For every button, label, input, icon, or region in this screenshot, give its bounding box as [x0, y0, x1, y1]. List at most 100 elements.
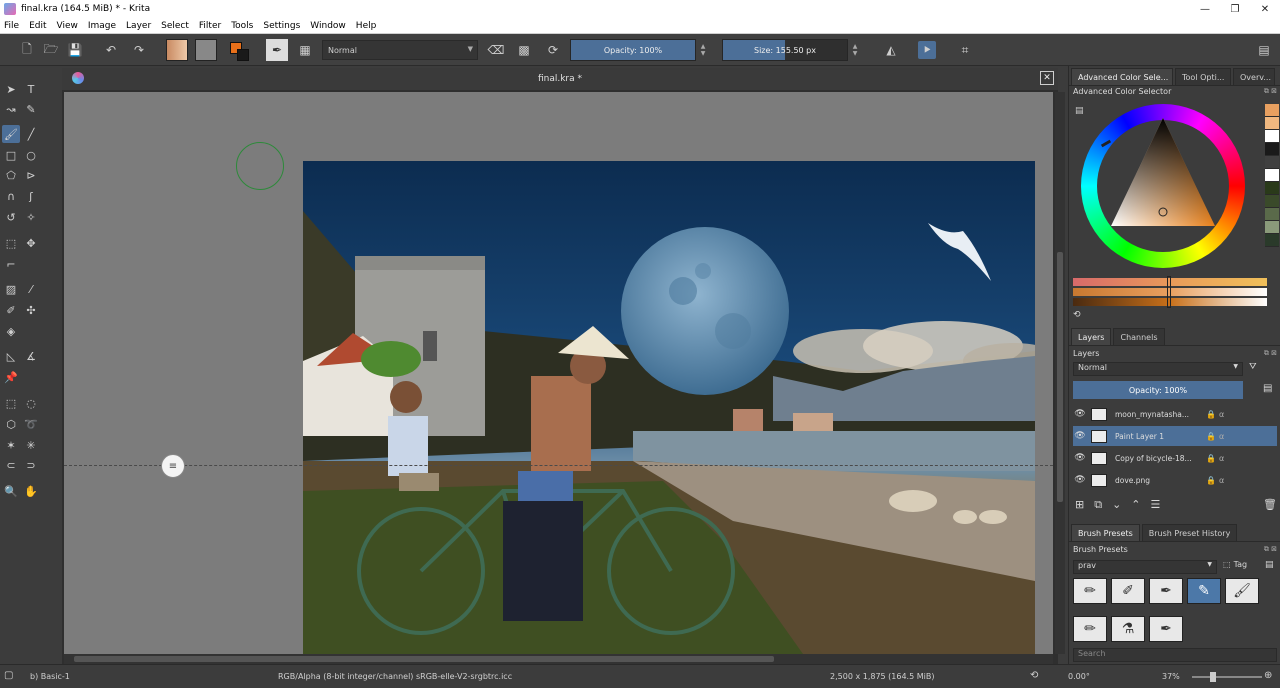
palette-swatch[interactable] [1265, 195, 1279, 208]
brush-preset-tile[interactable]: ✒ [1149, 616, 1183, 642]
magnetic-selection-tool-icon[interactable]: ⊃ [22, 456, 40, 474]
recent-colors-palette[interactable] [1265, 104, 1279, 264]
new-document-icon[interactable]: 🗋 [18, 41, 36, 59]
palette-swatch[interactable] [1265, 117, 1279, 130]
similar-color-selection-tool-icon[interactable]: ✳ [22, 436, 40, 454]
smart-patch-tool-icon[interactable]: ✣ [22, 301, 40, 319]
brush-preset-tile[interactable]: ✏ [1073, 616, 1107, 642]
calligraphy-tool-icon[interactable]: ✎ [22, 100, 40, 118]
zoom-slider-handle[interactable] [1210, 672, 1216, 682]
layer-blend-mode-select[interactable]: Normal ▼ [1073, 362, 1243, 376]
opacity-spinner[interactable]: ▲ ▼ [698, 39, 708, 61]
preserve-alpha-icon[interactable]: ▩ [515, 41, 533, 59]
crop-tool-icon[interactable]: ⌐ [2, 255, 20, 273]
layer-opacity-slider[interactable]: Opacity: 100% [1073, 381, 1243, 399]
multibrush-tool-icon[interactable]: ✧ [22, 208, 40, 226]
layer-properties-icon[interactable]: ▤ [1263, 383, 1272, 394]
menu-file[interactable]: File [4, 21, 19, 31]
current-brush-label[interactable]: b) Basic-1 [30, 672, 70, 681]
colorize-mask-tool-icon[interactable]: ✐ [2, 301, 20, 319]
brush-preset-tile[interactable]: ✏ [1073, 578, 1107, 604]
blend-mode-select[interactable]: Normal ▼ [322, 40, 478, 60]
menu-window[interactable]: Window [310, 21, 346, 31]
layer-properties-icon[interactable]: ☰ [1151, 498, 1161, 512]
visibility-eye-icon[interactable]: 👁 [1073, 453, 1087, 463]
bezier-selection-tool-icon[interactable]: ⊂ [2, 456, 20, 474]
color-space-label[interactable]: RGB/Alpha (8-bit integer/channel) sRGB-e… [278, 672, 512, 681]
lock-icon[interactable]: 🔒 [1206, 476, 1216, 485]
visibility-eye-icon[interactable]: 👁 [1073, 431, 1087, 441]
undo-icon[interactable]: ↶ [102, 41, 120, 59]
lock-icon[interactable]: 🔒 [1206, 432, 1216, 441]
open-document-icon[interactable]: 🗁 [42, 41, 60, 59]
polygon-tool-icon[interactable]: ⬠ [2, 166, 20, 184]
elliptical-selection-tool-icon[interactable]: ◌ [22, 394, 40, 412]
text-tool-icon[interactable]: T [22, 80, 40, 98]
brush-preset-tile[interactable]: ✐ [1111, 578, 1145, 604]
menu-help[interactable]: Help [356, 21, 377, 31]
vertical-scroll-thumb[interactable] [1057, 252, 1063, 502]
preset-filter-select[interactable]: prav ▼ [1073, 560, 1217, 574]
rotation-reset-icon[interactable]: ⟲ [1030, 670, 1038, 681]
hue-ring[interactable] [1081, 104, 1245, 268]
vertical-scrollbar[interactable] [1055, 92, 1065, 654]
bezier-tool-icon[interactable]: ∩ [2, 187, 20, 205]
close-document-button[interactable]: ✕ [1040, 71, 1054, 85]
minimize-button[interactable]: — [1190, 0, 1220, 18]
menu-edit[interactable]: Edit [29, 21, 46, 31]
eraser-icon[interactable]: ⌫ [487, 41, 505, 59]
add-layer-icon[interactable]: ⊞ [1075, 498, 1084, 512]
fg-bg-color-selector[interactable] [228, 40, 252, 62]
save-icon[interactable]: 💾 [66, 41, 84, 59]
palette-swatch[interactable] [1265, 208, 1279, 221]
pattern-swatch[interactable] [195, 39, 217, 61]
preset-view-icon[interactable]: ▤ [1265, 560, 1274, 570]
gradient-tool-icon[interactable]: ▨ [2, 280, 20, 298]
tag-button[interactable]: ⬚ Tag [1223, 560, 1247, 569]
line-tool-icon[interactable]: ╱ [22, 125, 40, 143]
brush-preset-icon[interactable]: ✒ [266, 39, 288, 61]
select-shapes-tool-icon[interactable]: ➤ [2, 80, 20, 98]
layer-filter-icon[interactable]: ⛛ [1249, 362, 1257, 372]
size-slider[interactable]: Size: 155.50 px [722, 39, 848, 61]
tab-channels[interactable]: Channels [1113, 328, 1165, 345]
zoom-slider[interactable] [1192, 672, 1262, 682]
menu-view[interactable]: View [57, 21, 78, 31]
zoom-in-icon[interactable]: ⊕ [1264, 670, 1272, 681]
polyline-tool-icon[interactable]: ⊳ [22, 166, 40, 184]
reference-images-tool-icon[interactable]: 📌 [2, 368, 20, 386]
gradient-swatch[interactable] [166, 39, 188, 61]
background-color[interactable] [237, 49, 249, 61]
menu-tools[interactable]: Tools [231, 21, 253, 31]
fill-tool-icon[interactable]: ◈ [2, 322, 20, 340]
alpha-lock-icon[interactable]: α [1219, 476, 1224, 485]
menu-image[interactable]: Image [88, 21, 116, 31]
lock-icon[interactable]: 🔒 [1206, 454, 1216, 463]
saturation-value-triangle[interactable] [1081, 104, 1245, 268]
brush-preset-tile[interactable]: ⚗ [1111, 616, 1145, 642]
tab-layers[interactable]: Layers [1071, 328, 1112, 345]
tab-brush-preset-history[interactable]: Brush Preset History [1141, 524, 1238, 541]
tab-overview[interactable]: Overv... [1233, 68, 1275, 85]
reload-preset-icon[interactable]: ⟳ [544, 41, 562, 59]
mirror-horizontal-icon[interactable]: ◭ [882, 41, 900, 59]
measure-tool-icon[interactable]: ∡ [22, 347, 40, 365]
rectangle-tool-icon[interactable]: □ [2, 146, 20, 164]
layer-row-selected[interactable]: 👁 Paint Layer 1 🔒 α [1073, 426, 1277, 446]
duplicate-layer-icon[interactable]: ⧉ [1094, 498, 1102, 512]
edit-shapes-tool-icon[interactable]: ↝ [2, 100, 20, 118]
brush-preset-tile-selected[interactable]: ✎ [1187, 578, 1221, 604]
refresh-icon[interactable]: ⟲ [1073, 310, 1081, 320]
opacity-slider[interactable]: Opacity: 100% [570, 39, 696, 61]
tab-tool-options[interactable]: Tool Opti... [1175, 68, 1231, 85]
alpha-lock-icon[interactable]: α [1219, 432, 1224, 441]
alpha-lock-icon[interactable]: α [1219, 410, 1224, 419]
image-dimensions-label[interactable]: 2,500 x 1,875 (164.5 MiB) [830, 672, 934, 681]
color-picker-tool-icon[interactable]: ⁄ [22, 280, 40, 298]
palette-swatch[interactable] [1265, 234, 1279, 247]
wrap-around-icon[interactable]: ⌗ [956, 41, 974, 59]
dynamic-brush-tool-icon[interactable]: ↺ [2, 208, 20, 226]
contiguous-selection-tool-icon[interactable]: ✶ [2, 436, 20, 454]
ellipse-tool-icon[interactable]: ○ [22, 146, 40, 164]
document-tab[interactable]: final.kra * [62, 68, 1058, 90]
